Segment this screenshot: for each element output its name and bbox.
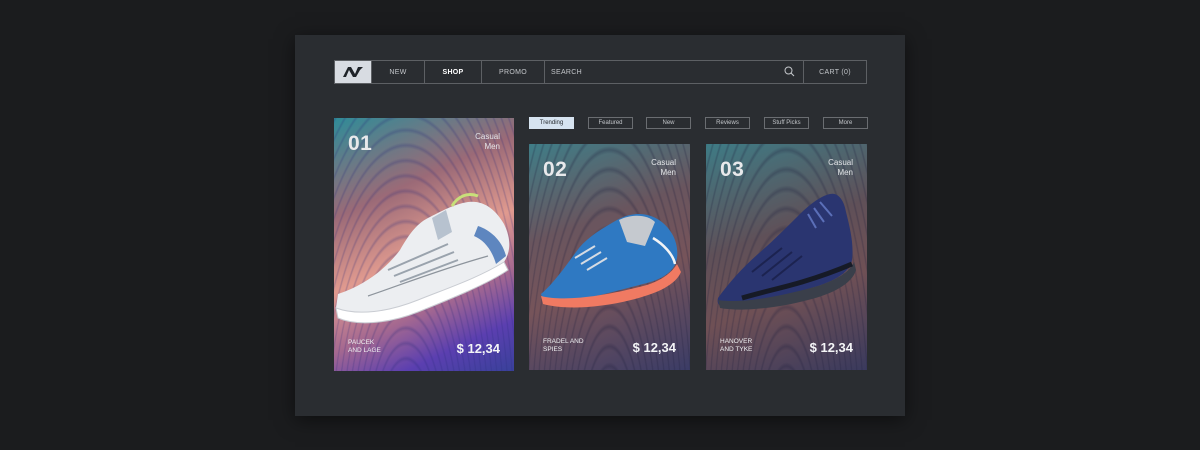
brand-logo-icon — [343, 67, 363, 77]
product-price: $ 12,34 — [632, 340, 676, 355]
filter-trending[interactable]: Trending — [529, 117, 574, 129]
nav-item-promo[interactable]: PROMO — [482, 61, 545, 83]
product-number: 03 — [720, 158, 745, 181]
product-price: $ 12,34 — [809, 340, 853, 355]
product-brand: PAUCEK AND LAGE — [348, 339, 381, 354]
product-category: Casual Men — [651, 158, 676, 177]
navy-knit-shoe-image — [717, 193, 856, 310]
brand-logo[interactable] — [335, 61, 372, 83]
filter-reviews[interactable]: Reviews — [705, 117, 750, 129]
product-number: 02 — [543, 158, 568, 181]
product-brand: FRADEL AND SPIES — [543, 338, 584, 353]
product-card-2[interactable]: 02 Casual Men FRADEL AND SPIES $ 12,34 — [529, 144, 690, 370]
search-bar — [545, 61, 804, 83]
filter-more[interactable]: More — [823, 117, 868, 129]
filter-new[interactable]: New — [646, 117, 691, 129]
product-card-3[interactable]: 03 Casual Men HANOVER AND TYKE $ 12,34 — [706, 144, 867, 370]
search-input[interactable] — [551, 68, 751, 76]
product-brand: HANOVER AND TYKE — [720, 338, 753, 353]
search-icon[interactable] — [784, 66, 795, 79]
cart-button[interactable]: CART (0) — [804, 61, 866, 83]
nav-item-new[interactable]: NEW — [372, 61, 425, 83]
product-category: Casual Men — [475, 132, 500, 151]
product-number: 01 — [348, 132, 373, 155]
top-nav: NEW SHOP PROMO CART (0) — [334, 60, 867, 84]
product-category: Casual Men — [828, 158, 853, 177]
filter-featured[interactable]: Featured — [588, 117, 633, 129]
shop-screen: NEW SHOP PROMO CART (0) Trending Feature… — [295, 35, 905, 416]
white-running-shoe-image — [335, 192, 510, 324]
blue-running-shoe-image — [541, 214, 681, 308]
filter-tabs: Trending Featured New Reviews Stuff Pick… — [529, 117, 868, 129]
nav-item-shop[interactable]: SHOP — [425, 61, 482, 83]
filter-stuff-picks[interactable]: Stuff Picks — [764, 117, 809, 129]
product-price: $ 12,34 — [456, 341, 500, 356]
product-card-1[interactable]: 01 Casual Men PAUCEK AND LAGE $ 12,34 — [334, 118, 514, 371]
